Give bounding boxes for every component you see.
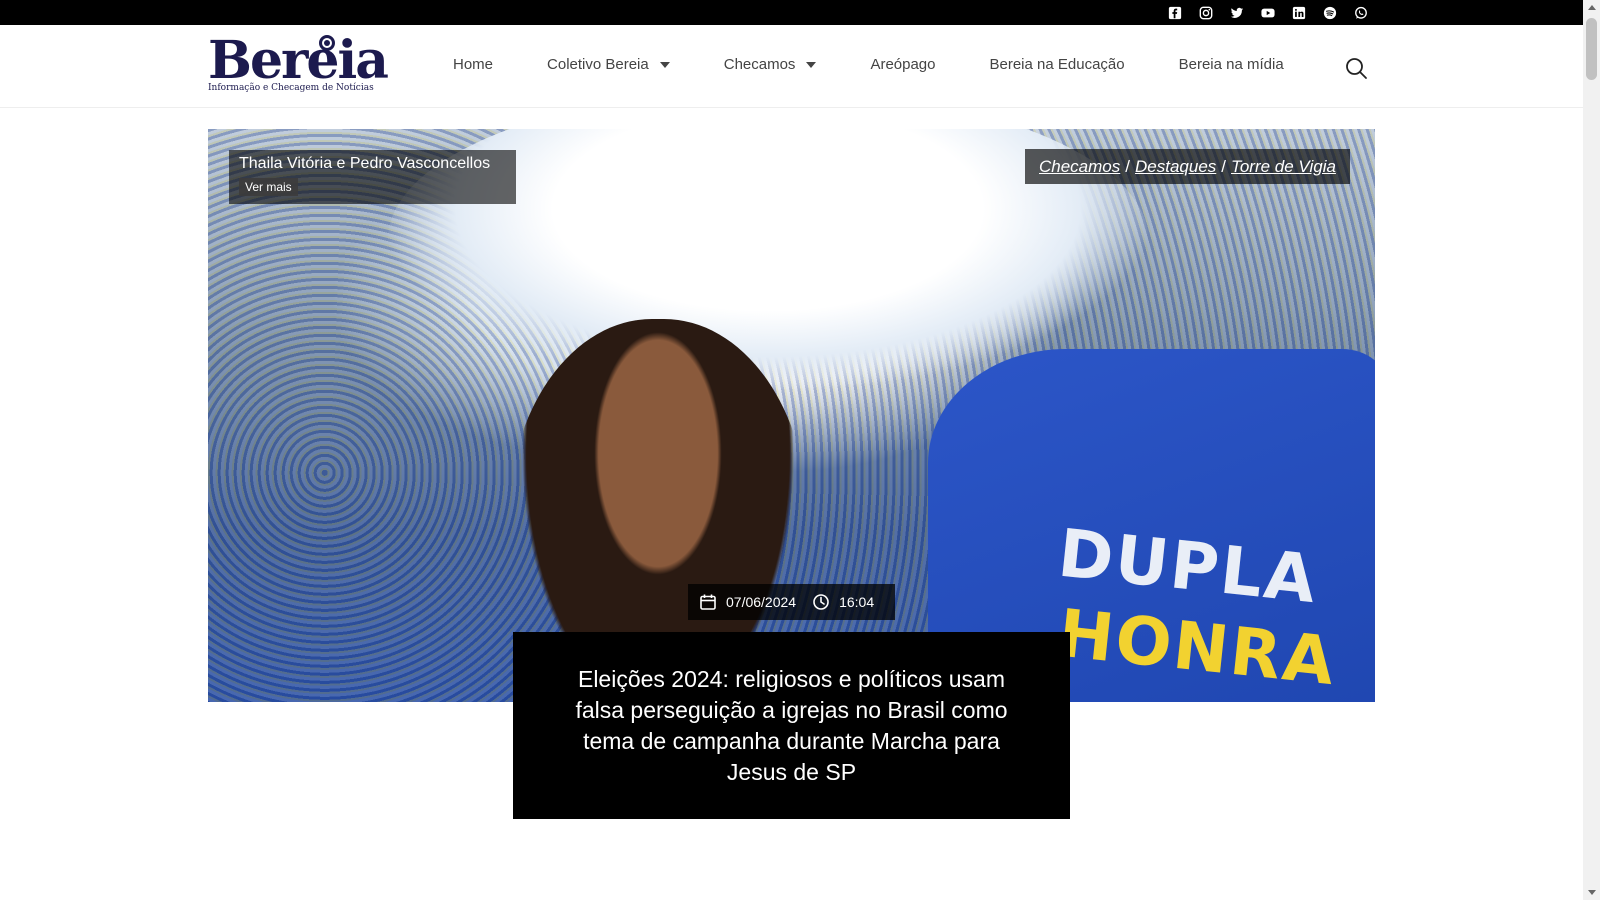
nav-item-label: Checamos: [723, 56, 796, 73]
caret-down-icon: [806, 61, 817, 68]
youtube-icon[interactable]: [1259, 4, 1276, 21]
scroll-up-arrow-icon[interactable]: [1588, 5, 1596, 10]
article-title: Eleições 2024: religiosos e políticos us…: [575, 665, 1008, 785]
clock-icon: [812, 593, 830, 611]
main-nav: Home Coletivo Bereia Checamos Areópago B…: [453, 56, 1338, 73]
nav-item-bereia-na-educacao[interactable]: Bereia na Educação: [990, 56, 1125, 73]
post-date: 07/06/2024: [726, 594, 797, 610]
breadcrumb-separator: /: [1221, 156, 1227, 176]
post-date-box: 07/06/2024 16:04: [688, 584, 895, 620]
instagram-icon[interactable]: [1197, 4, 1214, 21]
twitter-icon[interactable]: [1228, 4, 1245, 21]
ver-mais-button[interactable]: Ver mais: [239, 178, 298, 196]
author-box: Thaila Vitória e Pedro Vasconcellos Ver …: [229, 150, 516, 204]
nav-item-areopago[interactable]: Areópago: [870, 56, 935, 73]
caret-down-icon: [659, 61, 670, 68]
facebook-icon[interactable]: [1166, 4, 1183, 21]
logo-tagline: Informação e Checagem de Notícias: [208, 83, 374, 93]
article-title-box: Eleições 2024: religiosos e políticos us…: [513, 632, 1070, 819]
category-link-checamos[interactable]: Checamos: [1039, 157, 1120, 177]
nav-item-checamos[interactable]: Checamos: [724, 56, 817, 73]
nav-item-label: Areópago: [870, 56, 936, 73]
nav-item-bereia-na-midia[interactable]: Bereia na mídia: [1179, 56, 1284, 73]
social-links: [1166, 4, 1369, 21]
search-icon[interactable]: [1344, 56, 1368, 80]
logo-wordmark: Bereia: [208, 30, 389, 91]
post-time: 16:04: [839, 594, 875, 610]
category-link-torre-de-vigia[interactable]: Torre de Vigia: [1231, 157, 1336, 177]
whatsapp-icon[interactable]: [1352, 4, 1369, 21]
nav-item-coletivo-bereia[interactable]: Coletivo Bereia: [547, 56, 670, 73]
scroll-down-arrow-icon[interactable]: [1588, 890, 1596, 895]
spotify-icon[interactable]: [1321, 4, 1338, 21]
breadcrumb-separator: /: [1125, 156, 1130, 176]
calendar-icon: [699, 593, 717, 611]
page-scrollbar[interactable]: [1583, 0, 1600, 900]
nav-item-label: Coletivo Bereia: [547, 56, 649, 73]
bereia-logo[interactable]: Bereia Informação e Checagem de Notícias: [208, 30, 389, 101]
nav-item-label: Home: [453, 56, 494, 73]
nav-item-label: Bereia na mídia: [1178, 56, 1284, 73]
category-link-destaques[interactable]: Destaques: [1135, 157, 1216, 177]
site-header: Bereia Informação e Checagem de Notícias…: [0, 25, 1583, 108]
category-breadcrumb: Checamos / Destaques / Torre de Vigia: [1025, 149, 1350, 184]
nav-item-label: Bereia na Educação: [989, 56, 1125, 73]
author-name[interactable]: Thaila Vitória e Pedro Vasconcellos: [239, 155, 490, 173]
scrollbar-thumb[interactable]: [1586, 18, 1597, 80]
nav-item-home[interactable]: Home: [453, 56, 493, 73]
social-topbar: [0, 0, 1583, 25]
logo-dot-icon: [319, 35, 335, 51]
linkedin-icon[interactable]: [1290, 4, 1307, 21]
